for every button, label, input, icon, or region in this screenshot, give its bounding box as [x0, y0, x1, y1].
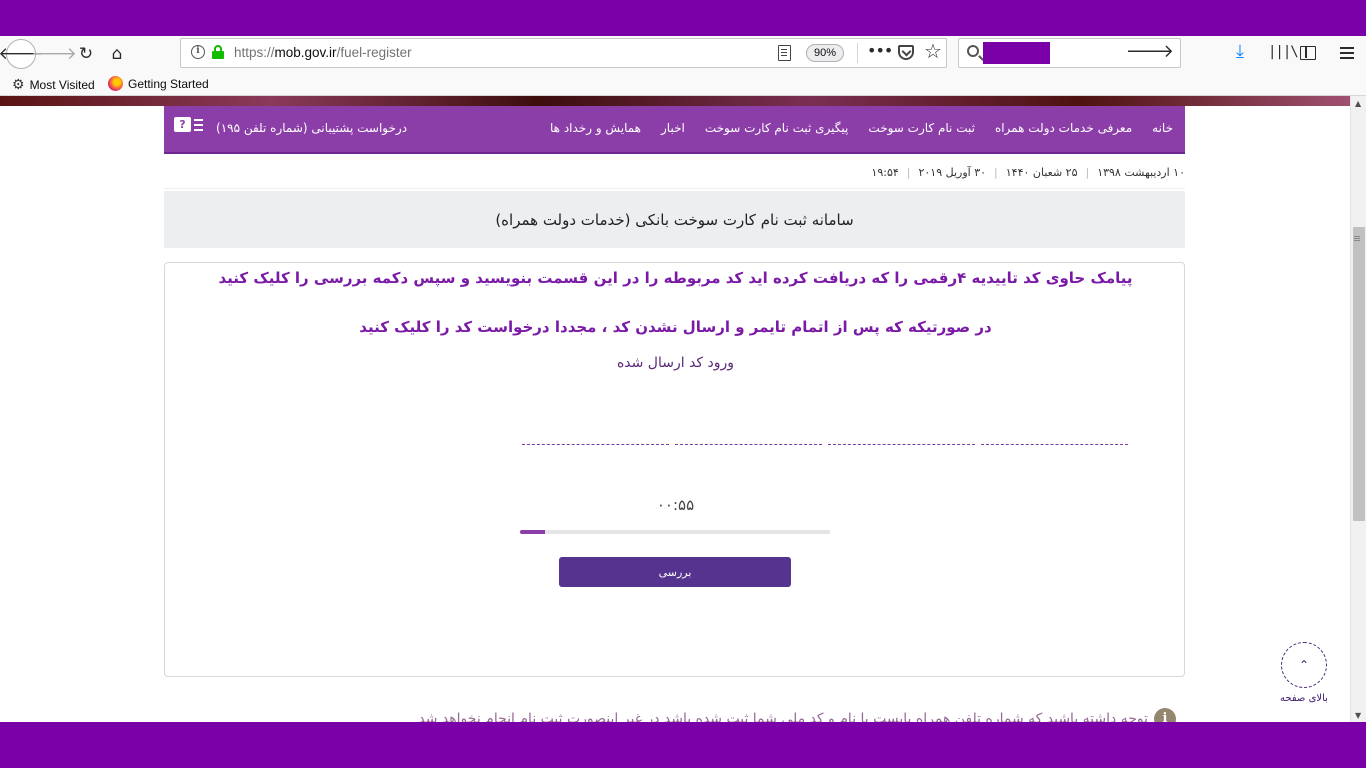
chevron-up-icon: ⌃	[1298, 658, 1310, 672]
code-digit-input[interactable]	[522, 433, 669, 445]
nav-item-home[interactable]: خانه	[1152, 121, 1173, 135]
bookmark-getting-started[interactable]: Getting Started	[108, 76, 209, 91]
current-time: ۱۹:۵۴	[871, 166, 899, 179]
back-to-top-button[interactable]: ⌃	[1281, 642, 1327, 688]
code-digit-input[interactable]	[981, 433, 1128, 445]
page-scrollbar[interactable]: ▲ ▼	[1350, 96, 1366, 722]
nav-item-events[interactable]: همایش و رخداد ها	[550, 121, 641, 135]
gregorian-date: ۳۰ آوریل ۲۰۱۹	[918, 166, 987, 179]
gear-icon: ⚙	[12, 76, 25, 92]
reader-view-icon[interactable]	[778, 45, 791, 61]
pocket-icon[interactable]	[898, 45, 914, 60]
zoom-level-badge[interactable]: 90%	[806, 44, 844, 62]
code-digit-input[interactable]	[675, 433, 822, 445]
url-separator	[857, 43, 858, 63]
hijri-date: ۲۵ شعبان ۱۴۴۰	[1005, 166, 1078, 179]
notice-text: توجه داشته باشید که شماره تلفن همراه بای…	[418, 711, 1148, 722]
lock-icon[interactable]	[212, 45, 224, 59]
search-redacted-text	[983, 42, 1050, 64]
scrollbar-thumb[interactable]	[1353, 227, 1365, 521]
reload-button[interactable]: ↻	[72, 40, 100, 68]
countdown-timer: ۰۰:۵۵	[656, 496, 695, 514]
window-title-strip	[0, 0, 1366, 36]
url-bar[interactable]: i https://mob.gov.ir/fuel-register 90% •…	[180, 38, 947, 68]
timer-progress-fill	[520, 530, 545, 534]
info-icon[interactable]: i	[191, 45, 205, 59]
scroll-down-arrow-icon[interactable]: ▼	[1355, 711, 1361, 720]
home-button[interactable]: ⌂	[103, 40, 131, 68]
timer-progress-bar	[520, 530, 830, 534]
more-actions-icon[interactable]: •••	[867, 41, 893, 60]
back-to-top-label[interactable]: بالای صفحه	[1264, 693, 1344, 704]
support-request-link[interactable]: ? درخواست پشتیبانی (شماره تلفن ۱۹۵)	[174, 114, 407, 142]
page-title-box: سامانه ثبت نام کارت سوخت بانکی (خدمات دو…	[164, 191, 1185, 248]
instruction-message: پیامک حاوی کد تاییدیه ۴رقمی را که دریافت…	[218, 269, 1133, 287]
forward-button[interactable]: 🡒	[31, 40, 77, 68]
verification-card: پیامک حاوی کد تاییدیه ۴رقمی را که دریافت…	[164, 262, 1185, 677]
notice-message: i توجه داشته باشید که شماره تلفن همراه ب…	[418, 708, 1176, 722]
site-navbar: خانه معرفی خدمات دولت همراه ثبت نام کارت…	[164, 106, 1185, 154]
code-digit-input[interactable]	[828, 433, 975, 445]
divider	[164, 188, 1185, 189]
info-icon: i	[1154, 708, 1176, 722]
page-viewport: خانه معرفی خدمات دولت همراه ثبت نام کارت…	[0, 96, 1350, 722]
bottom-strip	[0, 722, 1366, 768]
bookmark-star-icon[interactable]: ☆	[924, 39, 942, 63]
support-chat-icon: ?	[174, 117, 204, 139]
hamburger-menu-icon[interactable]	[1340, 52, 1354, 54]
nav-item-news[interactable]: اخبار	[661, 121, 685, 135]
search-go-arrow-icon[interactable]: 🡒	[1126, 41, 1174, 62]
code-input-label: ورود کد ارسال شده	[616, 355, 735, 371]
nav-item-fuel-tracking[interactable]: پیگیری ثبت نام کارت سوخت	[705, 121, 849, 135]
url-text[interactable]: https://mob.gov.ir/fuel-register	[234, 45, 412, 60]
date-line: ۱۰ اردیبهشت ۱۳۹۸|۲۵ شعبان ۱۴۴۰|۳۰ آوریل …	[871, 166, 1185, 179]
bookmark-most-visited[interactable]: ⚙ Most Visited	[12, 76, 95, 93]
check-code-button[interactable]: بررسی	[559, 557, 791, 587]
resend-message: در صورتیکه که پس از اتمام تایمر و ارسال …	[359, 318, 992, 336]
scroll-up-arrow-icon[interactable]: ▲	[1355, 99, 1361, 108]
page-title: سامانه ثبت نام کارت سوخت بانکی (خدمات دو…	[495, 210, 854, 229]
library-icon[interactable]: |||\	[1268, 44, 1299, 60]
firefox-icon	[108, 76, 123, 91]
nav-item-services[interactable]: معرفی خدمات دولت همراه	[995, 121, 1132, 135]
search-icon	[967, 45, 979, 57]
header-banner-image	[0, 96, 1350, 106]
code-input-group	[522, 433, 1128, 447]
persian-date: ۱۰ اردیبهشت ۱۳۹۸	[1097, 166, 1185, 179]
nav-item-fuel-register[interactable]: ثبت نام کارت سوخت	[868, 121, 975, 135]
scrollbar-grip	[1354, 236, 1360, 237]
download-icon[interactable]: ⤓	[1236, 41, 1244, 62]
search-bar[interactable]: 🡒	[958, 38, 1181, 68]
sidebar-icon[interactable]	[1300, 46, 1316, 60]
